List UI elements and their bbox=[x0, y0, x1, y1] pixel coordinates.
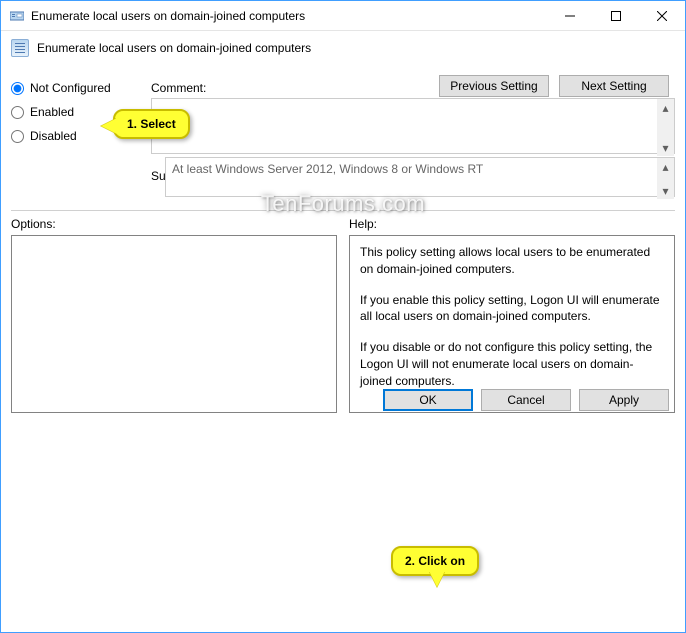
annotation-callout-1: 1. Select bbox=[113, 109, 190, 139]
policy-icon bbox=[11, 39, 29, 57]
content-area: Enumerate local users on domain-joined c… bbox=[1, 31, 685, 423]
help-p2: If you enable this policy setting, Logon… bbox=[360, 292, 664, 326]
scroll-down-icon[interactable]: ▾ bbox=[657, 182, 674, 199]
help-column: Help: This policy setting allows local u… bbox=[349, 217, 675, 413]
lower-section: Options: Help: This policy setting allow… bbox=[11, 217, 675, 413]
supported-textarea[interactable] bbox=[165, 157, 675, 197]
radio-disabled-label: Disabled bbox=[30, 129, 77, 143]
comment-textarea[interactable] bbox=[151, 98, 675, 154]
supported-scrollbar[interactable]: ▴ ▾ bbox=[657, 158, 674, 199]
scroll-down-icon[interactable]: ▾ bbox=[657, 139, 674, 156]
policy-header: Enumerate local users on domain-joined c… bbox=[11, 39, 675, 57]
help-label: Help: bbox=[349, 217, 675, 231]
separator bbox=[11, 210, 675, 211]
policy-editor-window: Enumerate local users on domain-joined c… bbox=[0, 0, 686, 633]
window-title: Enumerate local users on domain-joined c… bbox=[31, 9, 547, 23]
help-p1: This policy setting allows local users t… bbox=[360, 244, 664, 278]
footer-buttons: OK Cancel Apply bbox=[383, 389, 669, 411]
radio-disabled-input[interactable] bbox=[11, 130, 24, 143]
maximize-button[interactable] bbox=[593, 1, 639, 31]
close-button[interactable] bbox=[639, 1, 685, 31]
supported-row: ▴ ▾ bbox=[165, 157, 675, 200]
annotation-callout-2: 2. Click on bbox=[391, 546, 479, 576]
scroll-up-icon[interactable]: ▴ bbox=[657, 99, 674, 116]
comment-label: Comment: bbox=[151, 81, 206, 95]
radio-not-configured-label: Not Configured bbox=[30, 81, 111, 95]
help-p3: If you disable or do not configure this … bbox=[360, 339, 664, 389]
options-box[interactable] bbox=[11, 235, 337, 413]
options-label: Options: bbox=[11, 217, 337, 231]
comment-scrollbar[interactable]: ▴ ▾ bbox=[657, 99, 674, 156]
radio-not-configured[interactable]: Not Configured bbox=[11, 81, 131, 95]
title-bar[interactable]: Enumerate local users on domain-joined c… bbox=[1, 1, 685, 31]
cancel-button[interactable]: Cancel bbox=[481, 389, 571, 411]
radio-enabled-input[interactable] bbox=[11, 106, 24, 119]
scroll-up-icon[interactable]: ▴ bbox=[657, 158, 674, 175]
options-column: Options: bbox=[11, 217, 337, 413]
radio-not-configured-input[interactable] bbox=[11, 82, 24, 95]
app-icon bbox=[9, 8, 25, 24]
help-box[interactable]: This policy setting allows local users t… bbox=[349, 235, 675, 413]
ok-button[interactable]: OK bbox=[383, 389, 473, 411]
minimize-button[interactable] bbox=[547, 1, 593, 31]
radio-enabled-label: Enabled bbox=[30, 105, 74, 119]
policy-title: Enumerate local users on domain-joined c… bbox=[37, 41, 311, 55]
apply-button[interactable]: Apply bbox=[579, 389, 669, 411]
